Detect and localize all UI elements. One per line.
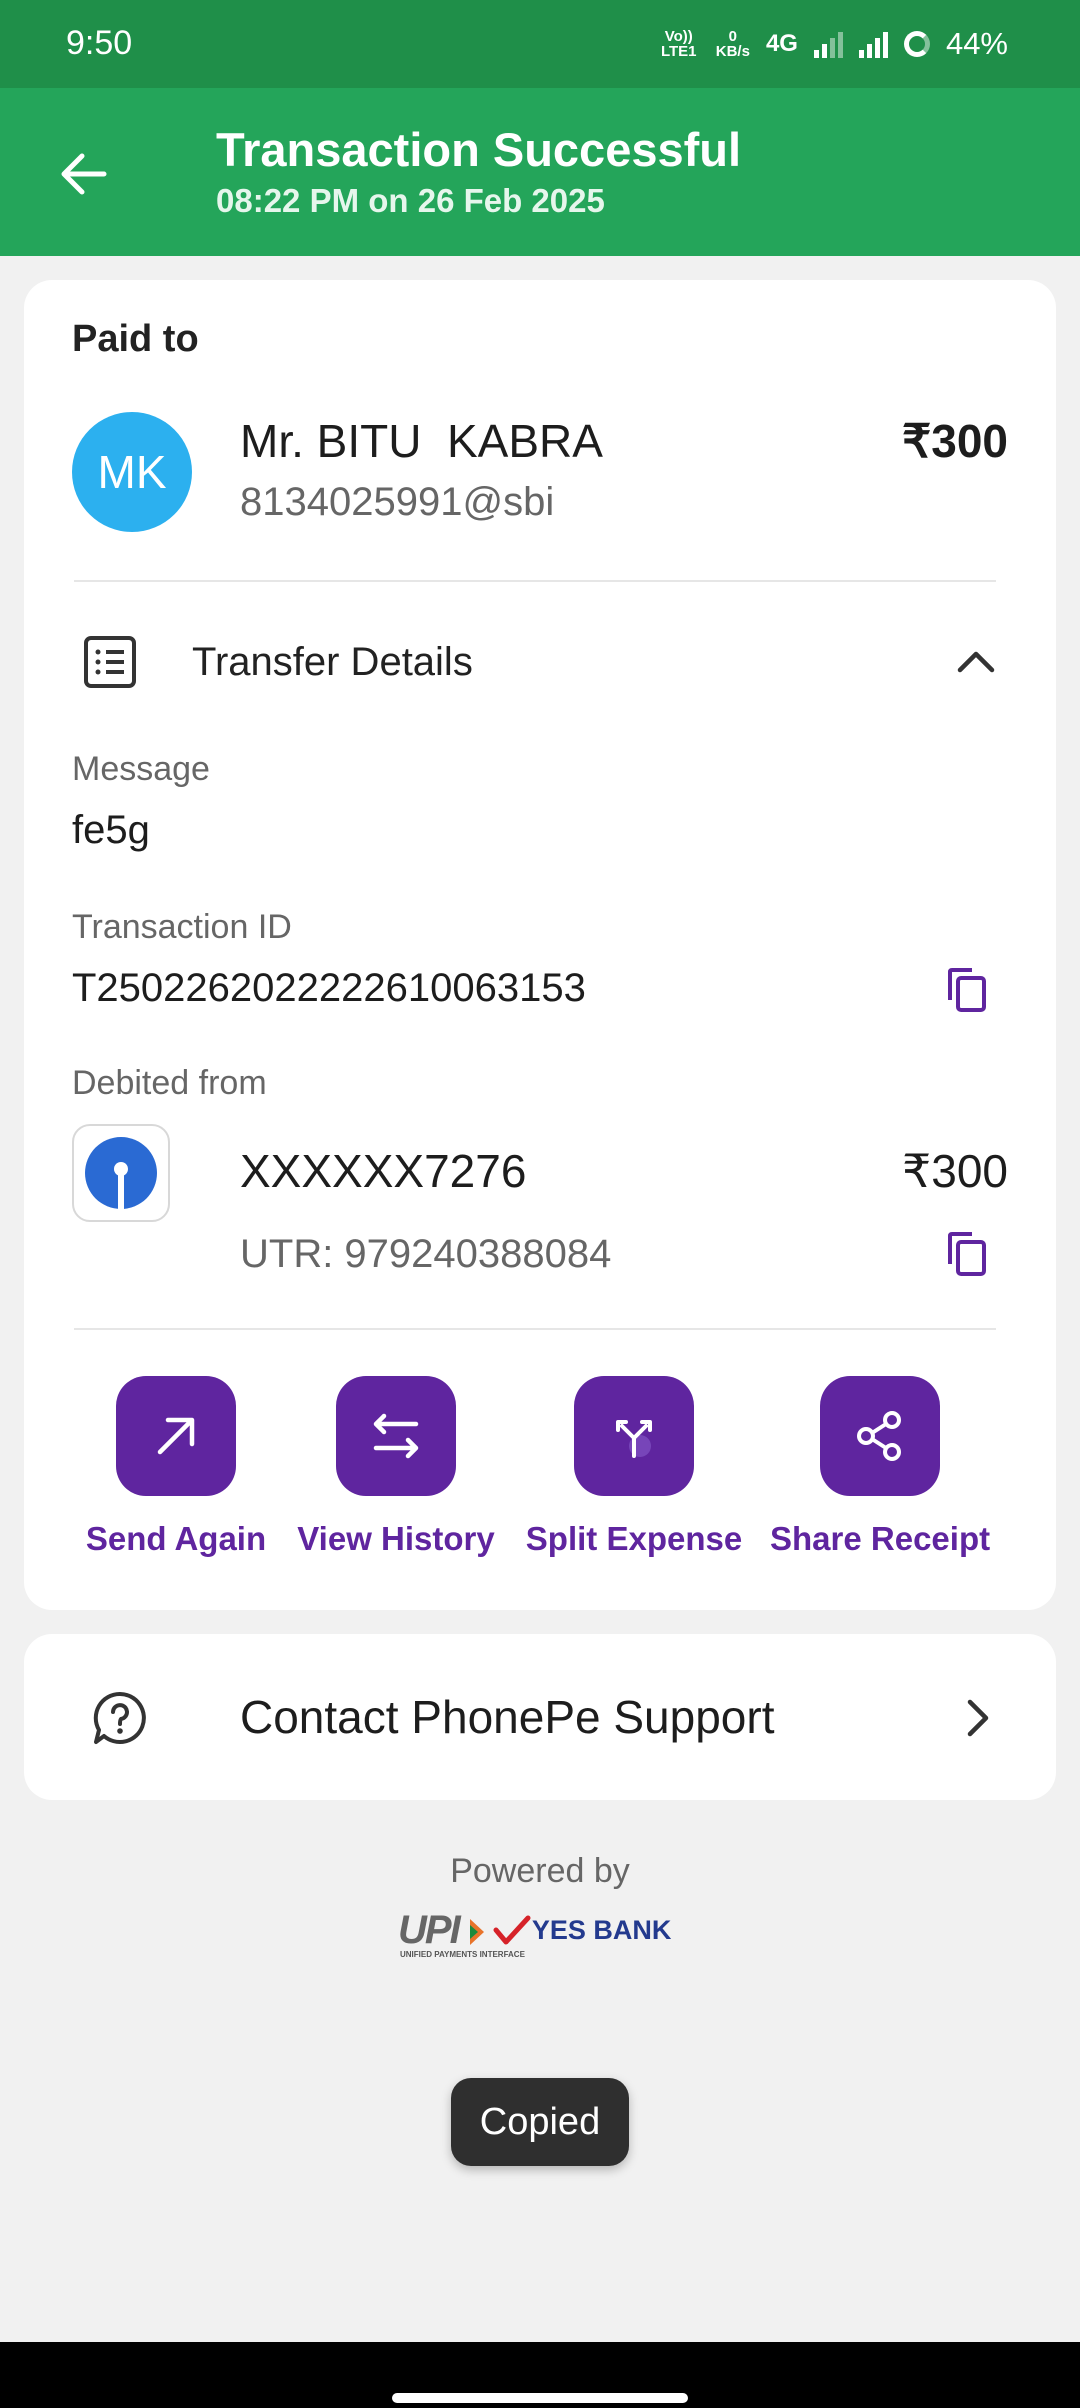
data-speed-unit: KB/s <box>715 43 750 60</box>
message-label: Message <box>72 750 210 788</box>
transfer-details-label: Transfer Details <box>192 640 473 684</box>
signal-icon-2 <box>858 30 888 58</box>
debited-from-label: Debited from <box>72 1064 267 1102</box>
message-value: fe5g <box>72 808 150 852</box>
utr-number: UTR: 979240388084 <box>240 1232 612 1276</box>
copied-toast: Copied <box>451 2078 629 2166</box>
debit-account: XXXXXX7276 <box>240 1145 527 1197</box>
share-receipt-button[interactable]: Share Receipt <box>770 1376 990 1558</box>
swap-arrows-icon <box>373 1413 419 1459</box>
transaction-id-label: Transaction ID <box>72 908 292 946</box>
debit-amount: ₹300 <box>901 1145 1008 1197</box>
split-expense-button[interactable]: Split Expense <box>524 1376 744 1558</box>
split-expense-label: Split Expense <box>525 1520 743 1557</box>
back-button[interactable] <box>52 142 116 206</box>
status-bar: 9:50 Vo)) LTE1 0 KB/s 4G 44% <box>0 0 1080 88</box>
partner-logos: UPI UNIFIED PAYMENTS INTERFACE YES BANK <box>398 1908 672 1959</box>
chevron-right-icon <box>967 1699 989 1737</box>
chevron-up-icon <box>957 651 995 673</box>
upi-tagline: UNIFIED PAYMENTS INTERFACE <box>400 1950 525 1959</box>
signal-icon <box>813 30 843 58</box>
send-again-icon-button[interactable] <box>116 1376 236 1496</box>
upi-logo: UPI UNIFIED PAYMENTS INTERFACE <box>398 1908 525 1959</box>
arrow-up-right-icon <box>157 1417 195 1455</box>
network-type: 4G <box>765 30 798 57</box>
arrow-left-icon <box>61 153 107 195</box>
transaction-datetime: 08:22 PM on 26 Feb 2025 <box>216 182 605 219</box>
upi-logo-text: UPI <box>398 1908 461 1952</box>
header: Transaction Successful 08:22 PM on 26 Fe… <box>0 88 1080 256</box>
bank-logo <box>72 1124 170 1222</box>
powered-by-label: Powered by <box>450 1852 630 1890</box>
share-receipt-icon-button[interactable] <box>820 1376 940 1496</box>
question-chat-icon <box>93 1691 146 1744</box>
sbi-logo-icon <box>85 1137 157 1209</box>
transaction-card: Paid to MK Mr. BITU KABRA 8134025991@sbi… <box>24 280 1056 1610</box>
view-history-label: View History <box>297 1520 495 1557</box>
page-title: Transaction Successful <box>216 123 742 176</box>
view-history-icon-button[interactable] <box>336 1376 456 1496</box>
split-icon <box>616 1420 652 1458</box>
status-time: 9:50 <box>66 24 133 62</box>
payee-name: Mr. BITU KABRA <box>240 415 603 467</box>
data-speed: 0 KB/s <box>716 29 750 59</box>
upi-arrow-icon <box>469 1919 484 1946</box>
battery-level: 44% <box>945 26 1008 61</box>
divider <box>74 1328 996 1330</box>
transaction-id-value: T2502262022222610063153 <box>72 966 586 1010</box>
payee-amount: ₹300 <box>901 415 1008 467</box>
contact-support-row[interactable]: Contact PhonePe Support <box>24 1634 1056 1800</box>
volte-indicator: Vo)) LTE1 <box>660 28 697 60</box>
divider <box>74 580 996 582</box>
data-speed-value: 0 <box>728 28 738 45</box>
list-document-icon <box>84 636 136 688</box>
avatar: MK <box>72 412 192 532</box>
share-receipt-label: Share Receipt <box>770 1520 991 1557</box>
split-expense-icon-button[interactable] <box>574 1376 694 1496</box>
paid-to-label: Paid to <box>72 318 199 360</box>
status-icons: Vo)) LTE1 0 KB/s 4G 44% <box>658 18 1008 70</box>
copy-icon[interactable] <box>944 966 990 1016</box>
yes-bank-text: YES BANK <box>531 1915 672 1945</box>
payee-upi-id: 8134025991@sbi <box>240 480 555 524</box>
send-again-button[interactable]: Send Again <box>66 1376 286 1558</box>
view-history-button[interactable]: View History <box>286 1376 506 1558</box>
share-icon <box>857 1411 901 1461</box>
home-handle[interactable] <box>392 2393 688 2403</box>
checkmark-icon <box>493 1915 531 1944</box>
battery-icon <box>903 31 930 57</box>
yes-bank-logo: YES BANK <box>492 1914 672 1948</box>
contact-support-label: Contact PhonePe Support <box>240 1691 775 1743</box>
copy-utr-icon[interactable] <box>944 1230 990 1280</box>
send-again-label: Send Again <box>85 1520 267 1557</box>
